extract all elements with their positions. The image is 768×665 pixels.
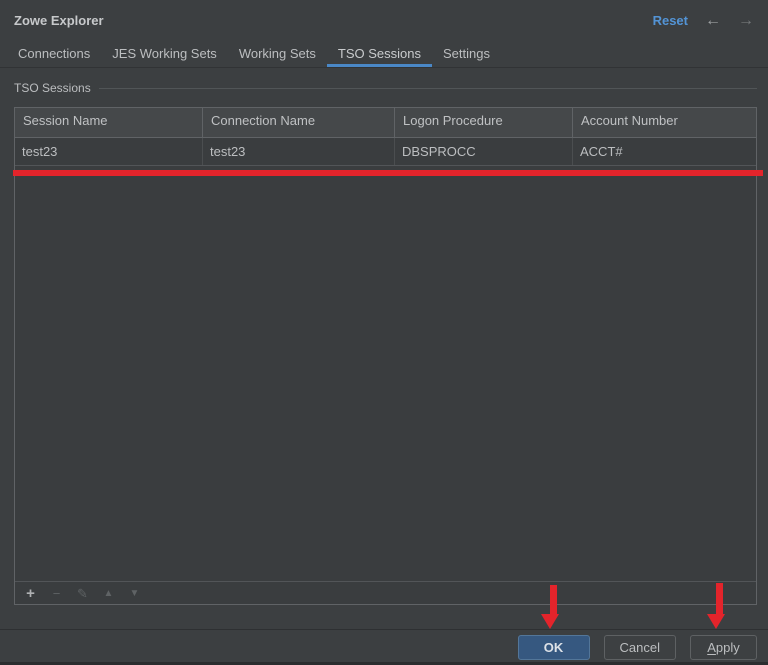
table-row[interactable]: test23 test23 DBSPROCC ACCT# xyxy=(15,138,756,166)
apply-mnemonic: A xyxy=(707,640,716,655)
section-divider xyxy=(99,88,757,89)
column-header-session-name[interactable]: Session Name xyxy=(15,108,203,137)
forward-arrow-icon[interactable]: → xyxy=(738,14,754,28)
add-icon[interactable]: + xyxy=(24,587,37,600)
arrow-shaft xyxy=(550,585,557,615)
apply-label-rest: pply xyxy=(716,640,740,655)
table-header-row: Session Name Connection Name Logon Proce… xyxy=(15,108,756,138)
back-arrow-icon[interactable]: ← xyxy=(705,14,721,28)
reset-link[interactable]: Reset xyxy=(653,13,688,28)
table-toolbar: + − ✎ ▲ ▼ xyxy=(15,581,756,604)
ok-button[interactable]: OK xyxy=(518,635,590,660)
section-title: TSO Sessions xyxy=(14,81,91,95)
tso-sessions-table-panel: Session Name Connection Name Logon Proce… xyxy=(14,107,757,605)
page-title: Zowe Explorer xyxy=(14,13,104,28)
title-actions: Reset ← → xyxy=(653,13,754,28)
tab-working-sets[interactable]: Working Sets xyxy=(228,42,327,67)
cancel-button[interactable]: Cancel xyxy=(604,635,676,660)
tab-bar: Connections JES Working Sets Working Set… xyxy=(0,42,768,68)
move-down-icon[interactable]: ▼ xyxy=(128,587,141,600)
arrow-head xyxy=(541,614,559,629)
remove-icon[interactable]: − xyxy=(50,587,63,600)
table-empty-area xyxy=(15,166,756,581)
tab-settings[interactable]: Settings xyxy=(432,42,501,67)
cell-logon-procedure[interactable]: DBSPROCC xyxy=(395,138,573,165)
cell-connection-name[interactable]: test23 xyxy=(203,138,395,165)
column-header-logon-procedure[interactable]: Logon Procedure xyxy=(395,108,573,137)
move-up-icon[interactable]: ▲ xyxy=(102,587,115,600)
dialog-button-bar: OK Cancel Apply xyxy=(0,629,768,665)
tab-tso-sessions[interactable]: TSO Sessions xyxy=(327,42,432,67)
column-header-account-number[interactable]: Account Number xyxy=(573,108,758,137)
edit-pencil-icon[interactable]: ✎ xyxy=(76,587,89,600)
section-header: TSO Sessions xyxy=(14,81,757,95)
tab-connections[interactable]: Connections xyxy=(7,42,101,67)
column-header-connection-name[interactable]: Connection Name xyxy=(203,108,395,137)
arrow-head xyxy=(707,614,725,629)
cell-account-number[interactable]: ACCT# xyxy=(573,138,758,165)
arrow-shaft xyxy=(716,583,723,615)
tab-jes-working-sets[interactable]: JES Working Sets xyxy=(101,42,228,67)
cell-session-name[interactable]: test23 xyxy=(15,138,203,165)
annotation-red-underline xyxy=(13,170,763,176)
apply-button[interactable]: Apply xyxy=(690,635,757,660)
